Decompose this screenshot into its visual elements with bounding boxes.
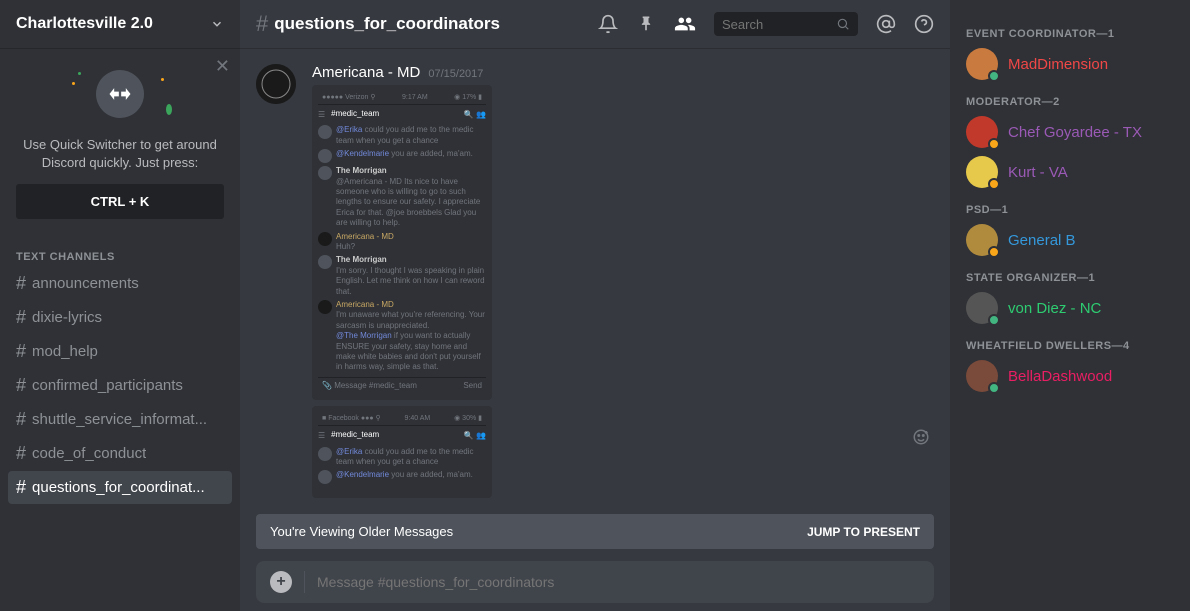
channel-item[interactable]: # shuttle_service_informat... xyxy=(8,403,232,436)
channel-name: confirmed_participants xyxy=(32,377,183,394)
channel-title: # questions_for_coordinators xyxy=(256,11,598,37)
older-messages-text: You're Viewing Older Messages xyxy=(270,524,453,539)
divider xyxy=(304,571,305,593)
image-attachment[interactable]: ■ Facebook ●●● ⚲ 9:40 AM ◉ 30% ▮ ☰#medic… xyxy=(312,406,492,498)
member-name: von Diez - NC xyxy=(1008,300,1101,317)
quick-switcher-text: Use Quick Switcher to get around Discord… xyxy=(16,136,224,172)
member-name: Kurt - VA xyxy=(1008,164,1068,181)
avatar xyxy=(966,224,998,256)
avatar xyxy=(966,156,998,188)
avatar xyxy=(966,360,998,392)
chevron-down-icon xyxy=(210,17,224,31)
member-name: General B xyxy=(1008,232,1076,249)
status-dot xyxy=(988,246,1000,258)
attach-button[interactable]: + xyxy=(270,571,292,593)
hash-icon: # xyxy=(256,11,268,37)
jump-to-present-button[interactable]: JUMP TO PRESENT xyxy=(807,525,920,539)
hash-icon: # xyxy=(16,375,26,396)
pin-icon[interactable] xyxy=(636,14,656,34)
role-header: EVENT COORDINATOR—1 xyxy=(958,16,1182,44)
status-dot xyxy=(988,138,1000,150)
member-item[interactable]: MadDimension xyxy=(958,44,1182,84)
status-dot xyxy=(988,382,1000,394)
hash-icon: # xyxy=(16,477,26,498)
role-header: WHEATFIELD DWELLERS—4 xyxy=(958,328,1182,356)
hash-icon: # xyxy=(16,273,26,294)
avatar xyxy=(966,48,998,80)
main-content: # questions_for_coordinators xyxy=(240,0,950,611)
mentions-icon[interactable] xyxy=(876,14,896,34)
quick-switcher-button[interactable]: CTRL + K xyxy=(16,184,224,219)
add-reaction-icon[interactable] xyxy=(912,428,930,446)
image-attachment[interactable]: ●●●●● Verizon ⚲ 9:17 AM ◉ 17% ▮ ☰#medic_… xyxy=(312,85,492,400)
hash-icon: # xyxy=(16,307,26,328)
search-input[interactable] xyxy=(722,17,836,32)
channel-sidebar: Charlottesville 2.0 ✕ + Use Quick Switch… xyxy=(0,0,240,611)
member-item[interactable]: Chef Goyardee - TX xyxy=(958,112,1182,152)
channel-item[interactable]: # confirmed_participants xyxy=(8,369,232,402)
status-dot xyxy=(988,314,1000,326)
help-icon[interactable] xyxy=(914,14,934,34)
channel-item[interactable]: # dixie-lyrics xyxy=(8,301,232,334)
avatar xyxy=(966,292,998,324)
message-timestamp: 07/15/2017 xyxy=(428,68,483,80)
avatar xyxy=(966,116,998,148)
channels-list: TEXT CHANNELS # announcements # dixie-lyric… xyxy=(0,235,240,611)
hash-icon: # xyxy=(16,443,26,464)
older-messages-bar: You're Viewing Older Messages JUMP TO PR… xyxy=(256,514,934,549)
channel-title-text: questions_for_coordinators xyxy=(274,14,500,34)
search-box[interactable] xyxy=(714,12,858,36)
channel-item[interactable]: # mod_help xyxy=(8,335,232,368)
role-header: PSD—1 xyxy=(958,192,1182,220)
channel-item[interactable]: # questions_for_coordinat... xyxy=(8,471,232,504)
channel-name: announcements xyxy=(32,275,139,292)
channel-item[interactable]: # announcements xyxy=(8,267,232,300)
member-name: Chef Goyardee - TX xyxy=(1008,124,1142,141)
notifications-icon[interactable] xyxy=(598,14,618,34)
member-item[interactable]: BellaDashwood xyxy=(958,356,1182,396)
channel-name: code_of_conduct xyxy=(32,445,146,462)
members-sidebar: EVENT COORDINATOR—1 MadDimension MODERATOR… xyxy=(950,0,1190,611)
member-item[interactable]: Kurt - VA xyxy=(958,152,1182,192)
channel-name: questions_for_coordinat... xyxy=(32,479,205,496)
channels-header: TEXT CHANNELS xyxy=(0,251,240,263)
hash-icon: # xyxy=(16,341,26,362)
status-dot xyxy=(988,70,1000,82)
channel-item[interactable]: # code_of_conduct xyxy=(8,437,232,470)
server-header[interactable]: Charlottesville 2.0 xyxy=(0,0,240,48)
topbar: # questions_for_coordinators xyxy=(240,0,950,48)
member-item[interactable]: General B xyxy=(958,220,1182,260)
server-name: Charlottesville 2.0 xyxy=(16,15,153,33)
member-name: BellaDashwood xyxy=(1008,368,1112,385)
message-input-area: + xyxy=(256,561,934,603)
role-header: MODERATOR—2 xyxy=(958,84,1182,112)
search-icon xyxy=(836,17,850,31)
members-icon[interactable] xyxy=(674,13,696,35)
message-input[interactable] xyxy=(317,574,920,590)
role-header: STATE ORGANIZER—1 xyxy=(958,260,1182,288)
avatar[interactable] xyxy=(256,64,296,104)
hash-icon: # xyxy=(16,409,26,430)
quick-switcher-panel: ✕ + Use Quick Switcher to get around Dis… xyxy=(0,48,240,235)
quick-switcher-icon: + xyxy=(16,64,224,124)
message: Americana - MD 07/15/2017 ●●●●● Verizon … xyxy=(256,64,934,504)
channel-name: shuttle_service_informat... xyxy=(32,411,207,428)
channel-name: mod_help xyxy=(32,343,98,360)
message-author[interactable]: Americana - MD xyxy=(312,64,420,81)
member-name: MadDimension xyxy=(1008,56,1108,73)
message-list: Americana - MD 07/15/2017 ●●●●● Verizon … xyxy=(240,48,950,514)
status-dot xyxy=(988,178,1000,190)
channel-name: dixie-lyrics xyxy=(32,309,102,326)
member-item[interactable]: von Diez - NC xyxy=(958,288,1182,328)
